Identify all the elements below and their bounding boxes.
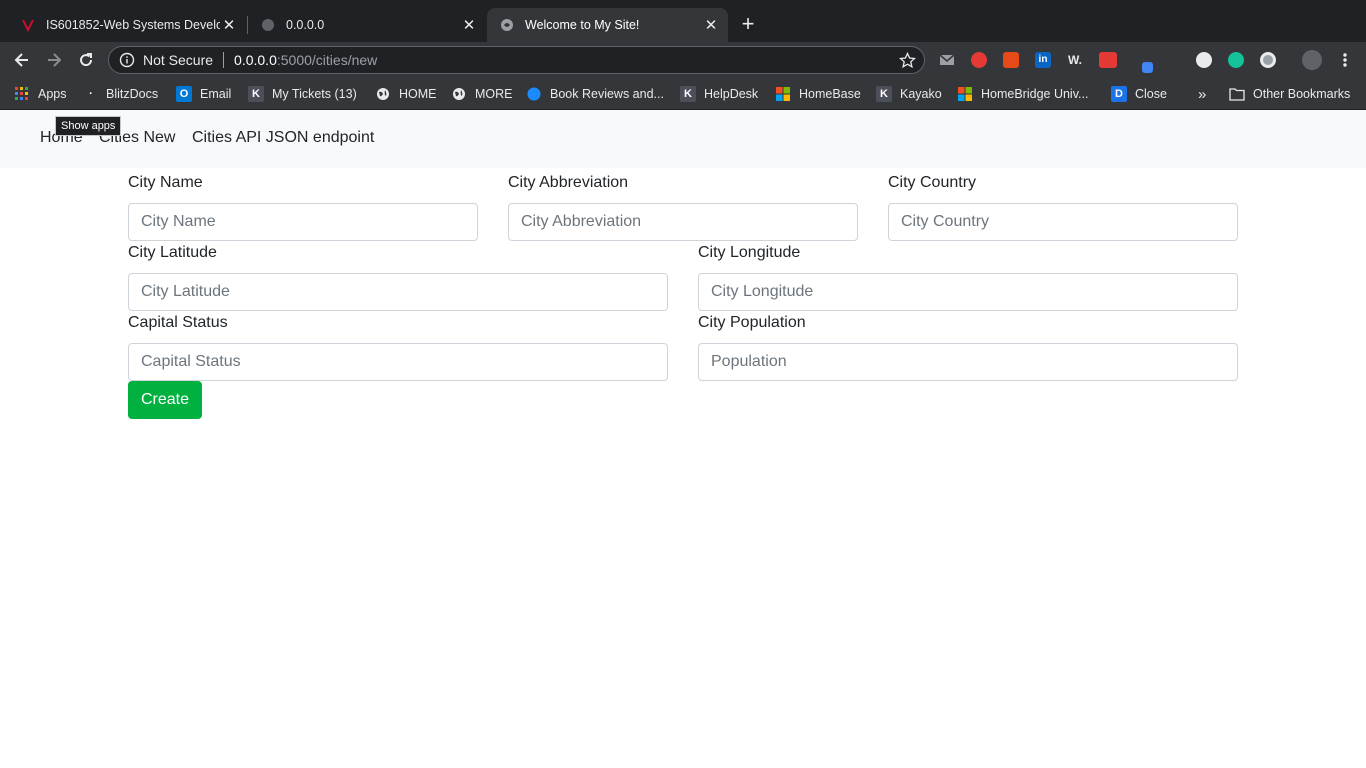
bookmark-book-reviews[interactable]: Book Reviews and... [526, 85, 664, 103]
bookmark-label: BlitzDocs [106, 87, 159, 101]
gmail-extension-icon[interactable] [939, 52, 955, 68]
bookmark-homebridge[interactable]: HomeBridge Univ... [957, 85, 1088, 103]
globe-icon [375, 86, 391, 102]
menu-icon[interactable] [1338, 51, 1352, 69]
bookmarks-bar: Apps · BlitzDocs O Email K My Tickets (1… [0, 78, 1366, 110]
city-name-input[interactable] [128, 203, 478, 241]
city-name-label: City Name [128, 174, 203, 191]
globe-icon [451, 86, 467, 102]
bookmarks-overflow-button[interactable]: » [1198, 85, 1206, 103]
d-icon: D [1111, 86, 1127, 102]
bookmark-helpdesk[interactable]: K HelpDesk [680, 85, 758, 103]
globe-icon [260, 17, 276, 33]
bookmark-close[interactable]: D Close [1111, 85, 1167, 103]
bookmark-apps[interactable]: Apps [14, 85, 67, 103]
bookmark-email[interactable]: O Email [176, 85, 231, 103]
city-population-input[interactable] [698, 343, 1238, 381]
divider [223, 52, 225, 68]
browser-toolbar: Not Secure 0.0.0.0 :5000/cities/new in W… [0, 42, 1366, 78]
tab-course[interactable]: IS601852-Web Systems Develo ✕ [8, 8, 246, 42]
create-button[interactable]: Create [128, 381, 202, 419]
back-icon[interactable] [10, 48, 34, 72]
video-extension-icon[interactable] [1099, 52, 1117, 68]
bookmark-homebase[interactable]: HomeBase [775, 85, 861, 103]
pen-extension-icon[interactable] [1142, 62, 1153, 73]
bookmark-label: HomeBridge Univ... [981, 87, 1089, 101]
apps-grid-icon [14, 86, 30, 102]
close-tab-icon[interactable]: ✕ [460, 16, 478, 34]
record-extension-icon[interactable] [971, 52, 987, 68]
bookmark-blitzdocs[interactable]: · BlitzDocs [88, 85, 158, 103]
tab-localhost[interactable]: 0.0.0.0 ✕ [248, 8, 486, 42]
tab-active-welcome[interactable]: Welcome to My Site! ✕ [487, 8, 728, 42]
bookmark-label: Book Reviews and... [550, 87, 664, 101]
tooltip: Show apps [55, 116, 122, 136]
bookmark-label: My Tickets (13) [272, 87, 357, 101]
k-icon: K [248, 86, 264, 102]
security-status: Not Secure [143, 52, 214, 68]
bookmark-home[interactable]: HOME [375, 85, 437, 103]
bookmark-label: Close [1135, 87, 1167, 101]
bookmark-label: Email [200, 87, 232, 101]
w-extension-icon[interactable]: W. [1067, 52, 1083, 68]
city-latitude-label: City Latitude [128, 244, 217, 261]
bookmark-kayako[interactable]: K Kayako [876, 85, 942, 103]
city-country-input[interactable] [888, 203, 1238, 241]
dot-icon: · [89, 88, 93, 100]
close-tab-icon[interactable]: ✕ [220, 16, 238, 34]
linkedin-extension-icon[interactable]: in [1035, 52, 1051, 68]
k-icon: K [680, 86, 696, 102]
bookmark-my-tickets[interactable]: K My Tickets (13) [248, 85, 357, 103]
info-icon[interactable] [119, 52, 135, 68]
city-population-label: City Population [698, 314, 806, 331]
ms-squares-icon [775, 86, 791, 102]
nav-link-cities-api[interactable]: Cities API JSON endpoint [192, 129, 374, 147]
close-tab-icon[interactable]: ✕ [702, 16, 720, 34]
bookmark-label: Apps [38, 87, 67, 101]
url-path: :5000/cities/new [276, 52, 378, 68]
city-latitude-input[interactable] [128, 273, 668, 311]
bookmark-label: HomeBase [799, 87, 861, 101]
city-country-label: City Country [888, 174, 977, 191]
blue-circle-icon [526, 86, 542, 102]
grammarly-extension-icon[interactable] [1228, 52, 1244, 68]
other-bookmarks-label: Other Bookmarks [1253, 87, 1351, 101]
bookmark-more[interactable]: MORE [451, 85, 513, 103]
extension-icon[interactable] [1260, 52, 1276, 68]
office-extension-icon[interactable] [1003, 52, 1019, 68]
njit-favicon-icon [20, 17, 36, 33]
tab-strip: IS601852-Web Systems Develo ✕ 0.0.0.0 ✕ … [0, 0, 1366, 42]
city-longitude-label: City Longitude [698, 244, 801, 261]
bookmark-label: Kayako [900, 87, 942, 101]
profile-avatar-icon[interactable] [1302, 50, 1322, 70]
star-icon[interactable] [898, 51, 917, 69]
reload-icon[interactable] [74, 48, 98, 72]
bookmark-label: HOME [399, 87, 437, 101]
capital-status-input[interactable] [128, 343, 668, 381]
city-abbreviation-input[interactable] [508, 203, 858, 241]
tab-title: IS601852-Web Systems Develo [46, 18, 220, 32]
outlook-icon: O [176, 86, 192, 102]
forward-icon[interactable] [42, 48, 66, 72]
city-longitude-input[interactable] [698, 273, 1238, 311]
url-host: 0.0.0.0 [234, 52, 277, 68]
bookmark-label: MORE [475, 87, 513, 101]
bookmark-label: HelpDesk [704, 87, 759, 101]
folder-icon [1229, 86, 1245, 102]
ms-squares-icon [957, 86, 973, 102]
globe-icon [499, 17, 515, 33]
city-abbreviation-label: City Abbreviation [508, 174, 629, 191]
other-bookmarks[interactable]: Other Bookmarks [1229, 85, 1350, 103]
k-icon: K [876, 86, 892, 102]
capital-status-label: Capital Status [128, 314, 228, 331]
address-bar[interactable]: Not Secure 0.0.0.0 :5000/cities/new [108, 46, 925, 74]
tab-title: 0.0.0.0 [286, 18, 325, 32]
new-tab-button[interactable]: + [736, 13, 760, 37]
tab-title: Welcome to My Site! [525, 18, 640, 32]
circle-extension-icon[interactable] [1196, 52, 1212, 68]
